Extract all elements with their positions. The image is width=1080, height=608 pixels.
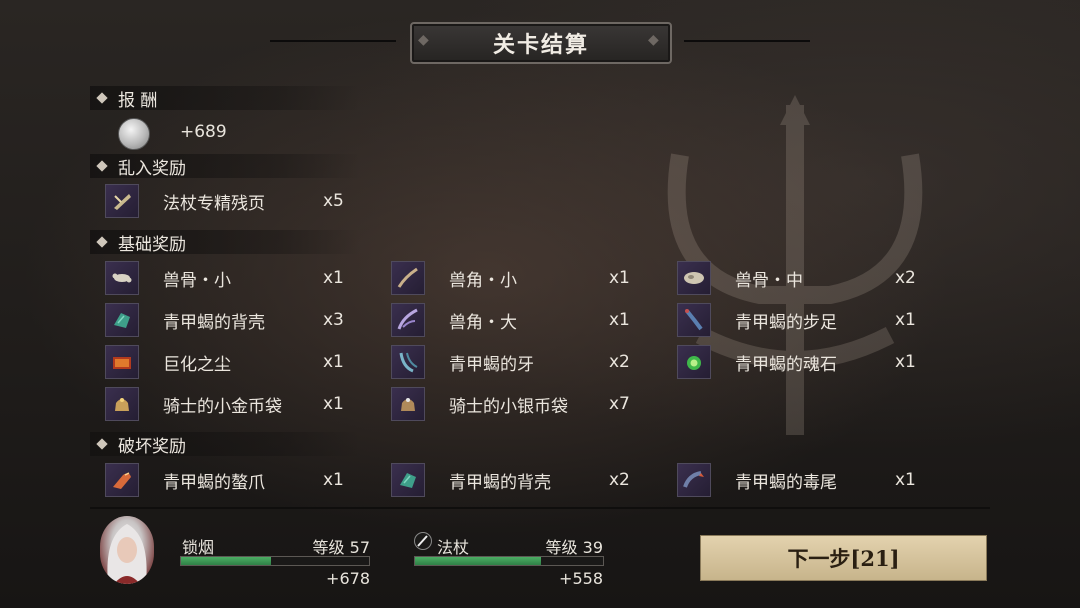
scorpion-fang-icon (391, 345, 425, 379)
reward-item[interactable]: 骑士的小银币袋 x7 (391, 386, 651, 422)
next-step-button[interactable]: 下一步[21] (700, 535, 987, 581)
ornament-left-icon: ◆ (418, 32, 429, 48)
reward-item-qty: x2 (895, 268, 916, 288)
reward-item-name: 兽角・小 (449, 270, 517, 291)
reward-item[interactable]: 青甲蝎的背壳 x3 (105, 302, 365, 338)
section-reward-label: 报 酬 (118, 90, 158, 111)
reward-item[interactable]: 青甲蝎的背壳 x2 (391, 462, 651, 498)
reward-item-qty: x1 (895, 352, 916, 372)
reward-item-qty: x2 (609, 352, 630, 372)
silver-pouch-icon (391, 387, 425, 421)
section-destroy: 破坏奖励 (90, 432, 360, 457)
small-horn-icon (391, 261, 425, 295)
diamond-bullet-icon (96, 438, 108, 450)
scorpion-claw-icon (105, 463, 139, 497)
scorpion-shell-icon (105, 303, 139, 337)
character-level: 等级 57 (312, 538, 370, 557)
reward-item-name: 骑士的小银币袋 (449, 396, 568, 417)
footer-divider (90, 507, 990, 509)
staff-page-icon (105, 184, 139, 218)
section-basic-label: 基础奖励 (118, 234, 186, 255)
reward-item-name: 兽骨・中 (735, 270, 803, 291)
reward-item-qty: x1 (609, 310, 630, 330)
reward-item[interactable]: 兽骨・小 x1 (105, 260, 365, 296)
reward-item[interactable]: 兽角・大 x1 (391, 302, 651, 338)
reward-item-qty: x1 (323, 470, 344, 490)
section-destroy-label: 破坏奖励 (118, 436, 186, 457)
reward-item[interactable]: 青甲蝎的螯爪 x1 (105, 462, 365, 498)
staff-icon (414, 532, 432, 550)
title-divider-right (684, 40, 810, 42)
character-exp-fill (181, 557, 272, 565)
reward-item-name: 青甲蝎的魂石 (735, 354, 837, 375)
reward-item[interactable]: 法杖专精残页 x5 (105, 183, 365, 219)
reward-item-qty: x1 (609, 268, 630, 288)
reward-item-name: 青甲蝎的牙 (449, 354, 534, 375)
section-reward: 报 酬 (90, 86, 360, 111)
reward-item-qty: x1 (895, 470, 916, 490)
diamond-bullet-icon (96, 160, 108, 172)
reward-item[interactable]: 青甲蝎的牙 x2 (391, 344, 651, 380)
reward-item[interactable]: 骑士的小金币袋 x1 (105, 386, 365, 422)
character-name: 锁烟 (182, 538, 215, 557)
scorpion-shell-icon (391, 463, 425, 497)
diamond-bullet-icon (96, 92, 108, 104)
reward-item-name: 兽角・大 (449, 312, 517, 333)
weapon-exp-bar (414, 556, 604, 566)
reward-item-name: 青甲蝎的毒尾 (735, 472, 837, 493)
reward-item-name: 青甲蝎的螯爪 (163, 472, 265, 493)
reward-item-qty: x1 (323, 352, 344, 372)
title-plate: ◆ 关卡结算 ◆ (410, 22, 672, 64)
reward-item[interactable]: 兽角・小 x1 (391, 260, 651, 296)
scorpion-tail-icon (677, 463, 711, 497)
section-intrusion-label: 乱入奖励 (118, 158, 186, 179)
reward-item-name: 法杖专精残页 (163, 193, 265, 214)
scorpion-leg-icon (677, 303, 711, 337)
weapon-exp-fill (415, 557, 541, 565)
weapon-exp-gain: +558 (559, 569, 603, 588)
diamond-bullet-icon (96, 236, 108, 248)
small-bone-icon (105, 261, 139, 295)
ornament-right-icon: ◆ (648, 32, 659, 48)
character-exp-bar (180, 556, 370, 566)
reward-item[interactable]: 青甲蝎的毒尾 x1 (677, 462, 937, 498)
reward-item[interactable]: 兽骨・中 x2 (677, 260, 937, 296)
reward-item-name: 青甲蝎的步足 (735, 312, 837, 333)
reward-item-name: 兽骨・小 (163, 270, 231, 291)
reward-item-name: 巨化之尘 (163, 354, 231, 375)
reward-item[interactable]: 青甲蝎的魂石 x1 (677, 344, 937, 380)
character-exp-gain: +678 (326, 569, 370, 588)
reward-item-qty: x1 (895, 310, 916, 330)
reward-item-qty: x3 (323, 310, 344, 330)
reward-item[interactable]: 巨化之尘 x1 (105, 344, 365, 380)
page-title: 关卡结算 (492, 32, 589, 58)
reward-item-qty: x1 (323, 268, 344, 288)
medium-bone-icon (677, 261, 711, 295)
reward-item[interactable]: 青甲蝎的步足 x1 (677, 302, 937, 338)
section-basic: 基础奖励 (90, 230, 360, 255)
coin-value: +689 (180, 122, 227, 142)
soul-stone-icon (677, 345, 711, 379)
giant-dust-icon (105, 345, 139, 379)
reward-item-name: 骑士的小金币袋 (163, 396, 282, 417)
reward-item-name: 青甲蝎的背壳 (449, 472, 551, 493)
section-intrusion: 乱入奖励 (90, 154, 360, 179)
weapon-level: 等级 39 (545, 538, 603, 557)
gold-pouch-icon (105, 387, 139, 421)
silver-coin-icon (118, 118, 150, 150)
character-avatar (100, 516, 154, 584)
reward-item-qty: x1 (323, 394, 344, 414)
title-divider-left (270, 40, 396, 42)
reward-item-qty: x2 (609, 470, 630, 490)
next-step-label: 下一步[21] (787, 546, 900, 571)
reward-item-name: 青甲蝎的背壳 (163, 312, 265, 333)
large-horn-icon (391, 303, 425, 337)
reward-item-qty: x5 (323, 191, 344, 211)
weapon-name: 法杖 (437, 538, 470, 557)
reward-item-qty: x7 (609, 394, 630, 414)
